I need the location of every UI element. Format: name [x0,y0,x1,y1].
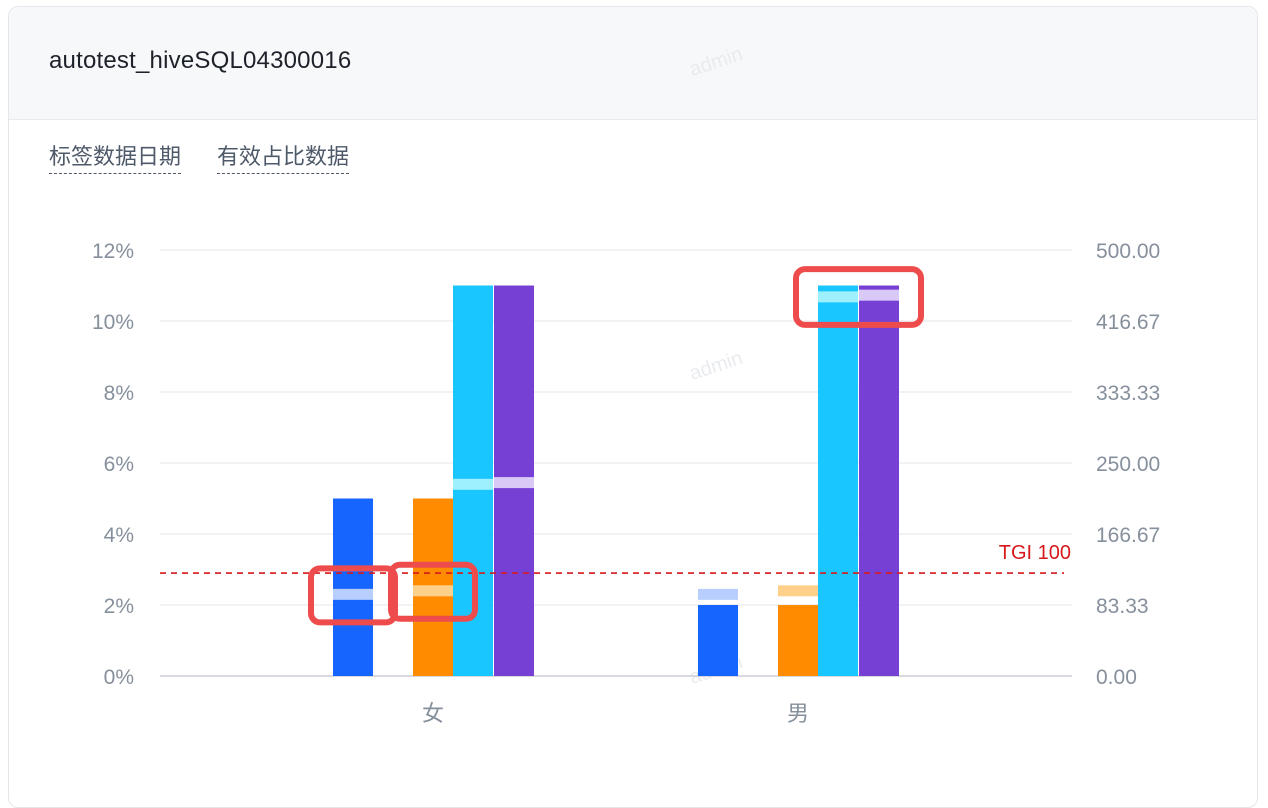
y-tick-label-right: 250.00 [1096,453,1160,476]
y-tick-label-left: 4% [104,524,134,547]
bar-highlight-band [778,585,818,597]
bar [859,285,899,676]
bar-highlight-band [494,477,534,489]
bar-highlight-band [453,478,493,490]
bar [818,285,858,676]
bar-highlight-band [859,289,899,301]
bar [698,605,738,676]
bar-highlight-band [698,588,738,600]
y-tick-label-left: 8% [104,382,134,405]
bar [333,498,373,676]
y-tick-label-right: 500.00 [1096,240,1160,263]
y-tick-label-right: 83.33 [1096,595,1149,618]
y-tick-label-right: 333.33 [1096,382,1160,405]
reference-line-label: TGI 100 [999,542,1071,564]
y-tick-label-left: 0% [104,666,134,689]
y-tick-label-left: 6% [104,453,134,476]
y-tick-label-right: 0.00 [1096,666,1137,689]
y-tick-label-right: 416.67 [1096,311,1160,334]
bar-highlight-band [818,291,858,303]
y-tick-label-right: 166.67 [1096,524,1160,547]
bar-highlight-band [413,585,453,597]
annotation-box [793,266,924,328]
y-tick-label-left: 12% [92,240,134,263]
x-tick-label: 女 [422,701,444,726]
y-tick-label-left: 2% [104,595,134,618]
bar-highlight-band [333,588,373,600]
y-tick-label-left: 10% [92,311,134,334]
bar-chart: 0% 0.00 2% 83.33 4% 166.67 6% 250.00 8% 333.33 10%… [92,240,1160,726]
bar [778,605,818,676]
x-tick-label: 男 [787,701,809,726]
